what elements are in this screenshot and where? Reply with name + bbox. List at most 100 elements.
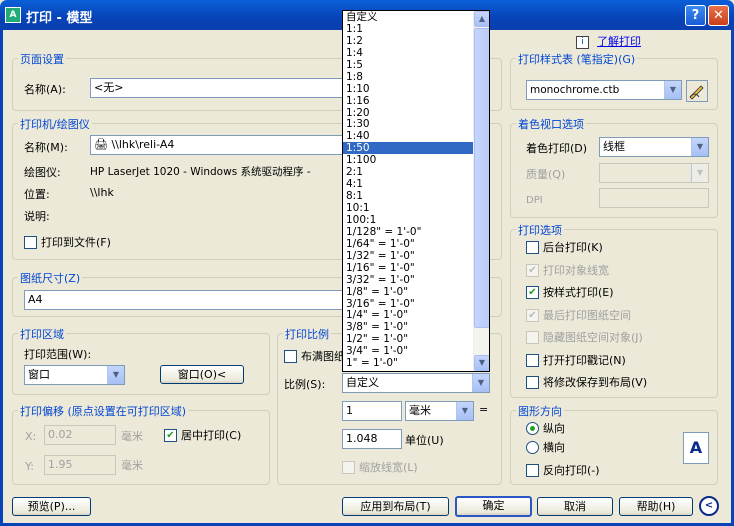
window-title: 打印 - 模型 — [26, 11, 93, 26]
window-pick-button[interactable]: 窗口(O)< — [160, 365, 244, 384]
scroll-down-arrow-icon[interactable]: ▼ — [474, 355, 489, 371]
scale-select[interactable]: 自定义 ▼ — [342, 373, 490, 393]
shade-plot-label: 着色打印(D) — [526, 142, 588, 155]
collapse-options-icon[interactable]: < — [699, 496, 719, 516]
scale-option[interactable]: 1:10 — [343, 83, 489, 95]
offset-y-input[interactable]: 1.95 — [44, 455, 116, 475]
center-plot-checkbox[interactable]: ✔ 居中打印(C) — [164, 429, 241, 443]
scale-option[interactable]: 100:1 — [343, 214, 489, 226]
edit-plot-style-icon[interactable] — [686, 80, 708, 102]
learn-about-plotting-link[interactable]: 了解打印 — [597, 33, 641, 49]
plot-option-checkbox[interactable]: ✔ 打印对象线宽 — [526, 263, 609, 278]
scale-option[interactable]: 1/2" = 1'-0" — [343, 333, 489, 345]
scale-option[interactable]: 1/16" = 1'-0" — [343, 262, 489, 274]
page-setup-name-select[interactable]: <无> — [90, 78, 345, 98]
scale-option[interactable]: 4:1 — [343, 178, 489, 190]
scroll-thumb[interactable] — [474, 28, 489, 328]
title-help-button[interactable]: ? — [685, 5, 706, 26]
plot-option-checkbox[interactable]: ✔ 按样式打印(E) — [526, 286, 614, 300]
fit-to-paper-checkbox[interactable]: 布满图纸 — [284, 350, 345, 364]
plot-option-label: 最后打印图纸空间 — [543, 308, 631, 322]
page-setup-name-label: 名称(A): — [24, 83, 66, 96]
preview-button[interactable]: 预览(P)... — [12, 497, 91, 516]
plot-option-label: 隐藏图纸空间对象(J) — [543, 331, 643, 344]
list-scrollbar[interactable]: ▲ ▼ — [473, 11, 489, 371]
checkbox-box — [342, 461, 355, 474]
print-to-file-checkbox[interactable]: 打印到文件(F) — [24, 236, 111, 250]
scale-lineweights-checkbox[interactable]: 缩放线宽(L) — [342, 461, 418, 475]
scale-option[interactable]: 1:20 — [343, 107, 489, 119]
scale-option[interactable]: 1:16 — [343, 95, 489, 107]
radio-dot — [526, 422, 539, 435]
help-button[interactable]: 帮助(H) — [619, 497, 693, 516]
scale-option[interactable]: 10:1 — [343, 202, 489, 214]
plot-option-label: 打印对象线宽 — [543, 263, 609, 277]
quality-label: 质量(Q) — [526, 168, 566, 181]
scale-option[interactable]: 1:4 — [343, 47, 489, 59]
checkbox-box — [526, 376, 539, 389]
scale-dropdown-list[interactable]: 自定义 1:1 1:2 1:4 1:5 1:8 1:10 1:16 1:20 1:30 1:40 1:… — [342, 10, 490, 372]
plot-option-label: 将修改保存到布局(V) — [543, 376, 648, 389]
dpi-input[interactable] — [599, 188, 709, 208]
plot-option-checkbox[interactable]: 后台打印(K) — [526, 241, 603, 255]
scale-option[interactable]: 1:1 — [343, 23, 489, 35]
scale-option[interactable]: 1/4" = 1'-0" — [343, 309, 489, 321]
chevron-down-icon: ▼ — [691, 138, 708, 156]
print-range-select[interactable]: 窗口 ▼ — [24, 365, 125, 385]
scale-option[interactable]: 8:1 — [343, 190, 489, 202]
plot-option-checkbox[interactable]: ✔ 最后打印图纸空间 — [526, 308, 631, 323]
plot-style-select[interactable]: monochrome.ctb ▼ — [526, 80, 682, 100]
plot-option-checkbox[interactable]: 将修改保存到布局(V) — [526, 376, 647, 390]
chevron-down-icon: ▼ — [472, 374, 489, 392]
scale-option[interactable]: 1:8 — [343, 71, 489, 83]
plotter-label: 绘图仪: — [24, 166, 61, 179]
scale-value1-input[interactable]: 1 — [342, 401, 402, 421]
scale-option[interactable]: 3/8" = 1'-0" — [343, 321, 489, 333]
scale-option[interactable]: 1:40 — [343, 130, 489, 142]
scale-items: 自定义 1:1 1:2 1:4 1:5 1:8 1:10 1:16 1:20 1:30 1:40 1:… — [343, 11, 489, 369]
printer-name-label: 名称(M): — [24, 141, 68, 154]
ok-button[interactable]: 确定 — [455, 496, 532, 517]
scale-option[interactable]: 自定义 — [343, 11, 489, 23]
scale-option[interactable]: 1:100 — [343, 154, 489, 166]
chevron-down-icon: ▼ — [664, 81, 681, 99]
plot-option-checkbox[interactable]: 打开打印戳记(N) — [526, 353, 626, 368]
scale-option[interactable]: 3/4" = 1'-0" — [343, 345, 489, 357]
scale-option[interactable]: 1:30 — [343, 118, 489, 130]
quality-select[interactable]: ▼ — [599, 163, 709, 183]
plotter-value: HP LaserJet 1020 - Windows 系统驱动程序 - — [90, 166, 311, 178]
page-setup-legend: 页面设置 — [18, 51, 66, 67]
offset-x-input[interactable]: 0.02 — [44, 425, 116, 445]
plot-style-legend: 打印样式表 (笔指定)(G) — [516, 51, 638, 67]
shade-plot-select[interactable]: 线框 ▼ — [599, 137, 709, 157]
scale-option[interactable]: 1/8" = 1'-0" — [343, 286, 489, 298]
scroll-up-arrow-icon[interactable]: ▲ — [474, 11, 489, 27]
apply-to-layout-button[interactable]: 应用到布局(T) — [342, 497, 449, 516]
scale-option[interactable]: 2:1 — [343, 166, 489, 178]
printer-name-select[interactable]: 🖨 \\lhk\reli-A4 — [90, 135, 345, 155]
offset-x-label: X: — [25, 430, 37, 443]
printer-legend: 打印机/绘图仪 — [18, 116, 92, 132]
upside-down-checkbox[interactable]: 反向打印(-) — [526, 464, 600, 478]
scale-option[interactable]: 1:50 — [343, 142, 489, 154]
plot-option-label: 打开打印戳记(N) — [543, 353, 626, 367]
scale-option[interactable]: 3/32" = 1'-0" — [343, 274, 489, 286]
scale-unit-select[interactable]: 毫米 ▼ — [405, 401, 474, 421]
portrait-radio[interactable]: 纵向 — [526, 422, 565, 436]
scale-option[interactable]: 1:2 — [343, 35, 489, 47]
scale-option[interactable]: 1/128" = 1'-0" — [343, 226, 489, 238]
scale-option[interactable]: 1:5 — [343, 59, 489, 71]
plot-option-label: 后台打印(K) — [543, 241, 603, 254]
plot-option-checkbox[interactable]: 隐藏图纸空间对象(J) — [526, 331, 643, 345]
scale-option[interactable]: 3/16" = 1'-0" — [343, 298, 489, 310]
plot-options-legend: 打印选项 — [516, 222, 564, 238]
paper-size-select[interactable]: A4 — [24, 290, 344, 310]
landscape-radio[interactable]: 横向 — [526, 441, 565, 455]
check-icon: ✔ — [526, 263, 539, 277]
scale-value2-input[interactable]: 1.048 — [342, 429, 402, 449]
scale-option[interactable]: 1/32" = 1'-0" — [343, 250, 489, 262]
scale-option[interactable]: 1/64" = 1'-0" — [343, 238, 489, 250]
scale-option[interactable]: 1" = 1'-0" — [343, 357, 489, 369]
cancel-button[interactable]: 取消 — [537, 497, 613, 516]
title-close-button[interactable]: ✕ — [708, 5, 729, 26]
